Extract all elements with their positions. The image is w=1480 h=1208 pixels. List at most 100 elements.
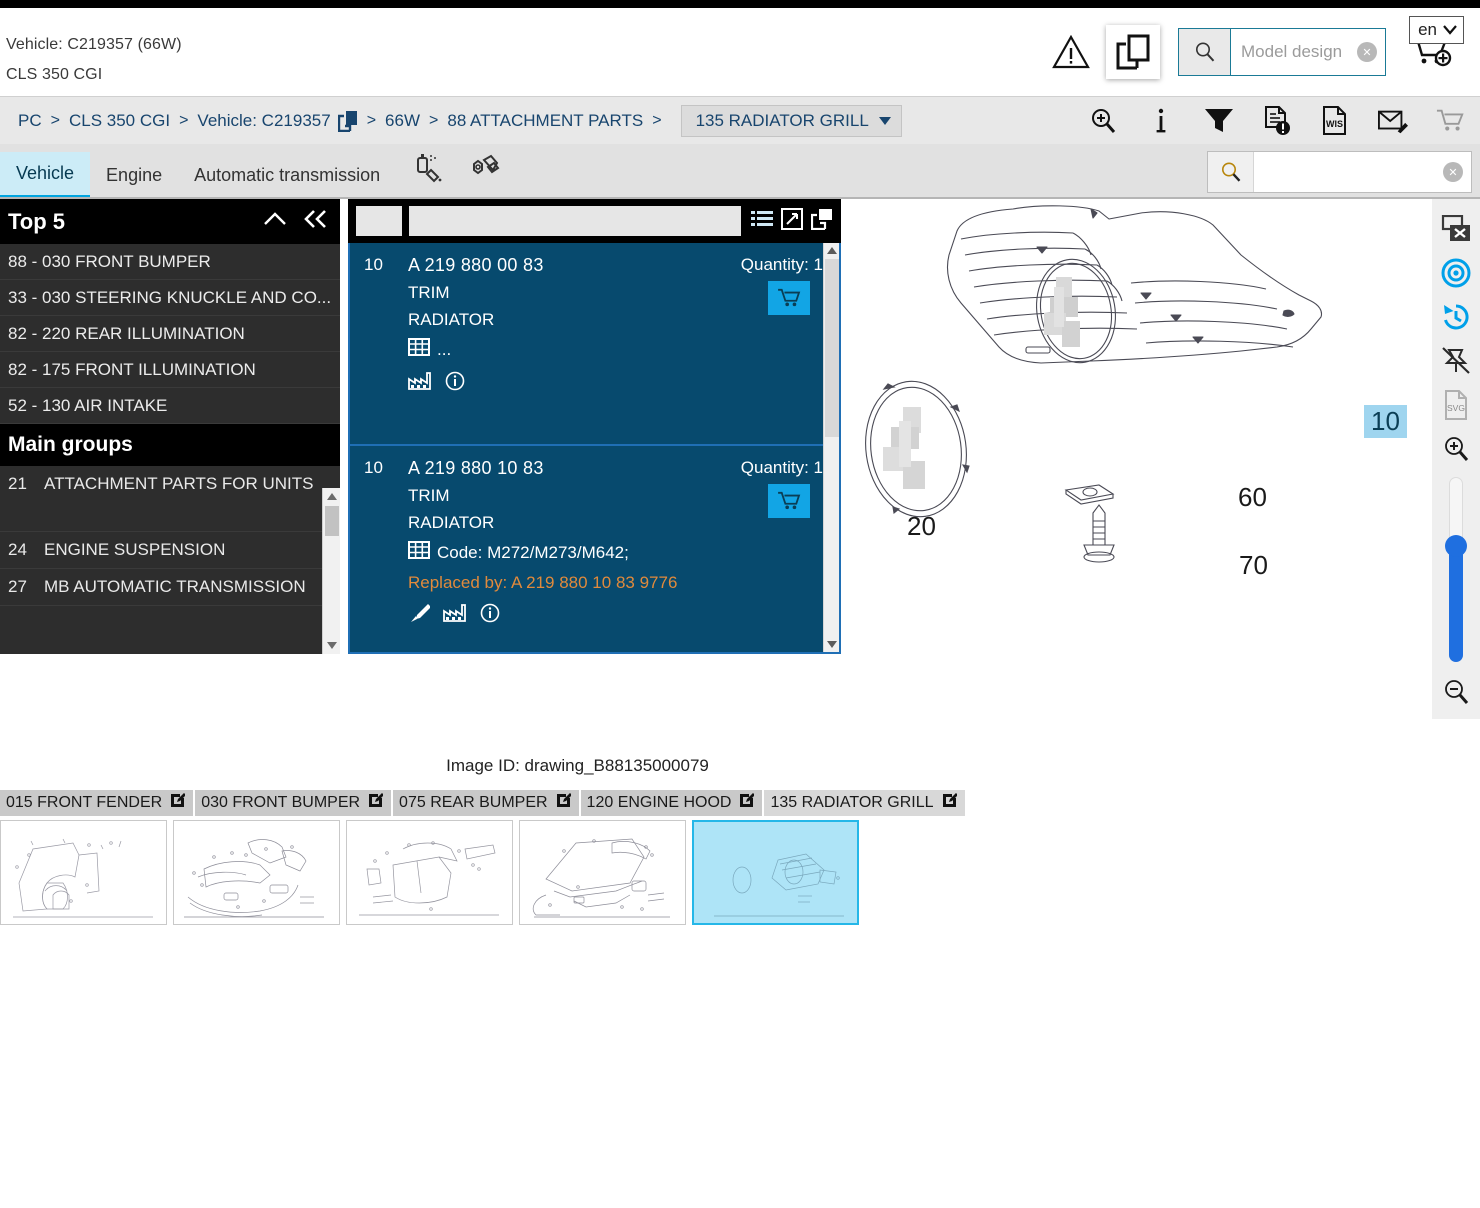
zoom-out-icon[interactable] xyxy=(1436,670,1476,714)
breadcrumb-item-model[interactable]: CLS 350 CGI xyxy=(69,111,170,131)
svg-export-icon[interactable]: SVG xyxy=(1436,383,1476,427)
chevron-up-icon[interactable] xyxy=(262,210,288,233)
thumbnail-tab-015-front-fender[interactable]: 015 FRONT FENDER xyxy=(0,790,194,816)
part-code: Code: M272/M273/M642; xyxy=(408,540,825,565)
edit-icon[interactable] xyxy=(368,793,385,813)
part-code: ... xyxy=(408,337,825,362)
sidebar-item-top5-0[interactable]: 88 - 030 FRONT BUMPER xyxy=(0,244,340,280)
paint-brush-icon[interactable] xyxy=(408,602,431,629)
part-replaced-by[interactable]: Replaced by: A 219 880 10 83 9776 xyxy=(408,573,825,593)
paint-spray-icon[interactable] xyxy=(414,152,448,189)
unpin-icon[interactable] xyxy=(1436,339,1476,383)
part-row[interactable]: 10 A 219 880 00 83 Quantity: 1 TRIM RADI… xyxy=(350,243,839,444)
info-circle-icon[interactable] xyxy=(445,371,465,396)
warning-triangle-icon[interactable] xyxy=(1050,31,1092,73)
thumbnail-075-rear-bumper[interactable] xyxy=(346,820,513,925)
parts-filter-input[interactable] xyxy=(409,206,741,236)
slider-knob[interactable] xyxy=(1445,535,1467,557)
shopping-cart-icon[interactable] xyxy=(1436,106,1466,136)
tab-vehicle[interactable]: Vehicle xyxy=(0,152,91,199)
thumbnail-tab-135-radiator-grill[interactable]: 135 RADIATOR GRILL xyxy=(764,790,965,816)
thumbnail-120-engine-hood[interactable] xyxy=(519,820,686,925)
scroll-up-arrow-icon[interactable] xyxy=(327,493,337,500)
tab-engine[interactable]: Engine xyxy=(90,152,178,199)
breadcrumb-item-66w[interactable]: 66W xyxy=(385,111,420,131)
sidebar-item-group-21[interactable]: 21 ATTACHMENT PARTS FOR UNITS xyxy=(0,466,340,532)
target-focus-icon[interactable] xyxy=(1436,251,1476,295)
model-search-input[interactable]: Model design ✕ xyxy=(1231,29,1385,75)
parts-scrollbar[interactable] xyxy=(823,243,839,652)
scroll-down-arrow-icon[interactable] xyxy=(327,642,337,649)
language-selector[interactable]: en xyxy=(1409,16,1464,44)
filter-funnel-icon[interactable] xyxy=(1204,106,1234,136)
thumbnail-135-radiator-grill[interactable] xyxy=(692,820,859,925)
diagram-callout-10[interactable]: 10 xyxy=(1364,405,1407,438)
close-window-icon[interactable] xyxy=(1436,207,1476,251)
zoom-in-icon[interactable] xyxy=(1436,427,1476,471)
grid-table-icon[interactable] xyxy=(408,540,430,565)
popout-icon[interactable] xyxy=(810,208,833,235)
edit-icon[interactable] xyxy=(942,793,958,813)
part-icons xyxy=(408,602,825,629)
copy-vehicle-icon[interactable] xyxy=(337,110,358,132)
breadcrumb-separator: > xyxy=(652,111,662,129)
breadcrumb-item-attachment-parts[interactable]: 88 ATTACHMENT PARTS xyxy=(447,111,643,131)
clear-icon[interactable]: ✕ xyxy=(1443,162,1463,182)
diagram-callout-70[interactable]: 70 xyxy=(1239,550,1268,581)
factory-icon[interactable] xyxy=(408,371,432,396)
clear-icon[interactable]: ✕ xyxy=(1357,42,1377,62)
add-to-cart-icon[interactable] xyxy=(768,281,810,315)
scrollbar-thumb[interactable] xyxy=(825,259,839,437)
document-alert-icon[interactable] xyxy=(1262,105,1292,136)
info-icon[interactable] xyxy=(1146,106,1176,136)
sidebar-item-group-24[interactable]: 24 ENGINE SUSPENSION xyxy=(0,532,340,569)
diagram-viewer[interactable]: 10 20 60 70 SVG xyxy=(841,199,1480,719)
header-actions: Model design ✕ en xyxy=(1050,8,1480,96)
breadcrumb-bar: PC > CLS 350 CGI > Vehicle: C219357 > 66… xyxy=(0,96,1480,144)
breadcrumb-item-pc[interactable]: PC xyxy=(18,111,42,131)
thumbnail-tab-030-front-bumper[interactable]: 030 FRONT BUMPER xyxy=(195,790,392,816)
edit-icon[interactable] xyxy=(170,793,187,813)
magnifier-plus-icon[interactable] xyxy=(1088,106,1118,136)
add-to-cart-icon[interactable] xyxy=(768,484,810,518)
parts-filter-position[interactable] xyxy=(356,206,402,236)
thumbnail-tab-075-rear-bumper[interactable]: 075 REAR BUMPER xyxy=(393,790,579,816)
breadcrumb-current-dropdown[interactable]: 135 RADIATOR GRILL xyxy=(680,104,902,137)
thumbnail-tab-120-engine-hood[interactable]: 120 ENGINE HOOD xyxy=(580,790,763,816)
double-chevron-left-icon[interactable] xyxy=(302,209,330,234)
sidebar-item-top5-4[interactable]: 52 - 130 AIR INTAKE xyxy=(0,388,340,424)
edit-icon[interactable] xyxy=(739,793,756,813)
model-search[interactable]: Model design ✕ xyxy=(1178,28,1386,76)
sidebar-scrollbar[interactable] xyxy=(322,488,340,654)
sidebar-item-top5-2[interactable]: 82 - 220 REAR ILLUMINATION xyxy=(0,316,340,352)
info-circle-icon[interactable] xyxy=(480,603,500,628)
sidebar-item-top5-3[interactable]: 82 - 175 FRONT ILLUMINATION xyxy=(0,352,340,388)
scrollbar-thumb[interactable] xyxy=(325,506,339,536)
thumbnail-015-front-fender[interactable] xyxy=(0,820,167,925)
tab-automatic-transmission[interactable]: Automatic transmission xyxy=(178,152,396,199)
scroll-down-arrow-icon[interactable] xyxy=(827,641,837,648)
expand-icon[interactable] xyxy=(781,207,803,235)
part-row[interactable]: 10 A 219 880 10 83 Quantity: 1 TRIM RADI… xyxy=(350,444,839,652)
search-box[interactable]: ✕ xyxy=(1207,151,1472,193)
history-undo-icon[interactable] xyxy=(1436,295,1476,339)
bolt-fastener-icon[interactable] xyxy=(466,152,500,189)
grid-table-icon[interactable] xyxy=(408,337,430,362)
edit-icon[interactable] xyxy=(556,793,572,813)
group-number: 27 xyxy=(8,577,27,596)
breadcrumb-item-vehicle[interactable]: Vehicle: C219357 xyxy=(197,111,330,131)
thumbnail-030-front-bumper[interactable] xyxy=(173,820,340,925)
diagram-callout-20[interactable]: 20 xyxy=(907,511,936,542)
sidebar-item-group-27[interactable]: 27 MB AUTOMATIC TRANSMISSION xyxy=(0,569,340,606)
sidebar-item-top5-1[interactable]: 33 - 030 STEERING KNUCKLE AND CO... xyxy=(0,280,340,316)
copy-documents-icon[interactable] xyxy=(1106,25,1160,79)
list-view-icon[interactable] xyxy=(751,209,773,234)
zoom-slider[interactable] xyxy=(1445,477,1467,662)
diagram-callout-60[interactable]: 60 xyxy=(1238,482,1267,513)
slider-fill xyxy=(1449,547,1463,662)
factory-icon[interactable] xyxy=(443,603,467,628)
search-input[interactable]: ✕ xyxy=(1254,152,1471,192)
wis-document-icon[interactable]: WIS xyxy=(1320,105,1350,136)
mail-edit-icon[interactable] xyxy=(1378,106,1408,136)
scroll-up-arrow-icon[interactable] xyxy=(827,247,837,254)
